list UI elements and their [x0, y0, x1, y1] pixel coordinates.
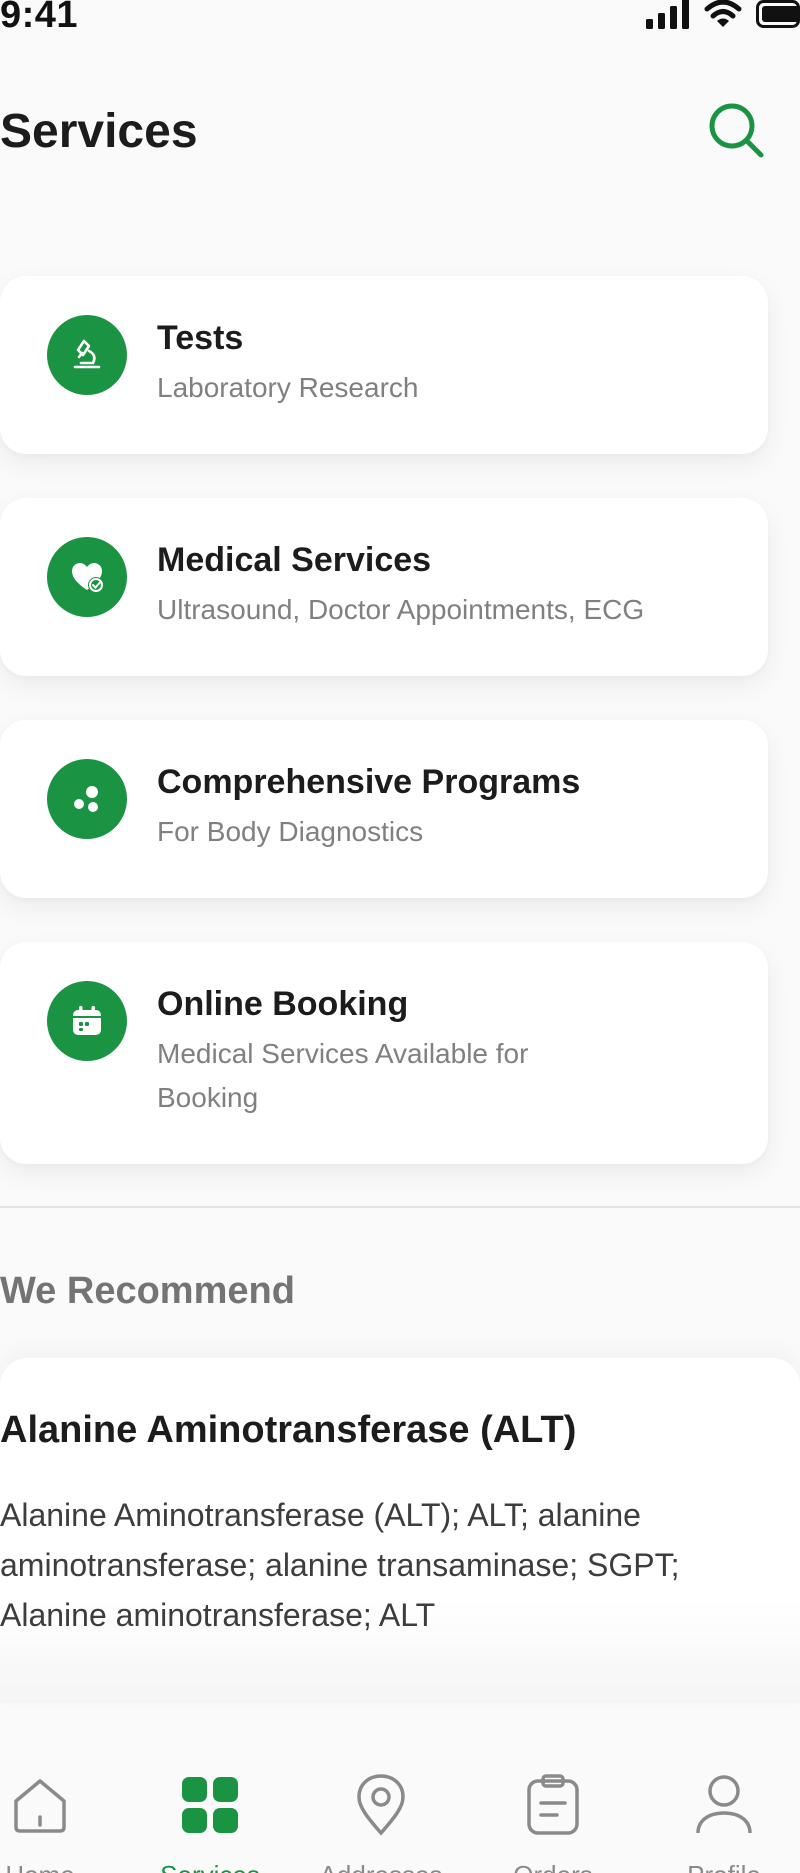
tab-label: Profile: [687, 1860, 761, 1873]
service-title: Tests: [157, 319, 244, 357]
tab-orders[interactable]: Orders: [483, 1770, 623, 1873]
search-icon: [707, 101, 767, 166]
grid-icon: [175, 1770, 245, 1840]
service-title: Comprehensive Programs: [157, 763, 581, 801]
service-card-text: Tests Laboratory Research: [157, 318, 728, 410]
service-subtitle: Ultrasound, Doctor Appointments, ECG: [157, 594, 645, 625]
recommend-title: Alanine Aminotransferase (ALT): [0, 1409, 577, 1451]
services-screen: 9:41 Services Tests Laboratory Research …: [0, 0, 800, 1873]
services-list: Tests Laboratory Research Medical Servic…: [0, 276, 768, 1208]
service-title: Online Booking: [157, 985, 409, 1023]
search-button[interactable]: [704, 100, 770, 166]
tab-label: Orders: [513, 1860, 592, 1873]
tab-label: Addresses: [320, 1860, 443, 1873]
service-card-text: Online Booking Medical Services Availabl…: [157, 984, 728, 1120]
dots-icon: [47, 759, 127, 839]
status-icons: [646, 0, 800, 32]
service-card-tests[interactable]: Tests Laboratory Research: [0, 276, 768, 454]
status-time: 9:41: [0, 0, 79, 36]
recommend-heading: We Recommend: [0, 1270, 295, 1312]
service-card-programs[interactable]: Comprehensive Programs For Body Diagnost…: [0, 720, 768, 898]
microscope-icon: [47, 315, 127, 395]
header: Services: [0, 100, 800, 170]
battery-icon: [756, 0, 800, 33]
service-subtitle: Medical Services Available for Booking: [157, 1038, 529, 1113]
heart-icon: [47, 537, 127, 617]
tab-label: Services: [160, 1860, 260, 1873]
tab-label: Home: [5, 1860, 74, 1873]
tab-addresses[interactable]: Addresses: [311, 1770, 451, 1873]
section-divider: [0, 1206, 800, 1208]
tab-home[interactable]: Home: [0, 1770, 110, 1873]
tab-profile[interactable]: Profile: [654, 1770, 794, 1873]
service-subtitle: For Body Diagnostics: [157, 816, 424, 847]
recommend-card[interactable]: Alanine Aminotransferase (ALT) Alanine A…: [0, 1358, 800, 1703]
wifi-icon: [704, 0, 742, 34]
user-icon: [689, 1770, 759, 1840]
service-card-text: Comprehensive Programs For Body Diagnost…: [157, 762, 728, 854]
home-icon: [5, 1770, 75, 1840]
service-card-medical[interactable]: Medical Services Ultrasound, Doctor Appo…: [0, 498, 768, 676]
clipboard-icon: [518, 1770, 588, 1840]
location-pin-icon: [346, 1770, 416, 1840]
service-subtitle: Laboratory Research: [157, 372, 419, 403]
service-title: Medical Services: [157, 541, 432, 579]
calendar-icon: [47, 981, 127, 1061]
tab-bar: Home Services Addresses: [0, 1710, 800, 1873]
service-card-booking[interactable]: Online Booking Medical Services Availabl…: [0, 942, 768, 1164]
service-card-text: Medical Services Ultrasound, Doctor Appo…: [157, 540, 728, 632]
tab-services[interactable]: Services: [140, 1770, 280, 1873]
status-bar: 9:41: [0, 0, 800, 40]
signal-icon: [646, 0, 690, 34]
recommend-description: Alanine Aminotransferase (ALT); ALT; ala…: [0, 1497, 680, 1633]
page-title: Services: [0, 105, 198, 158]
